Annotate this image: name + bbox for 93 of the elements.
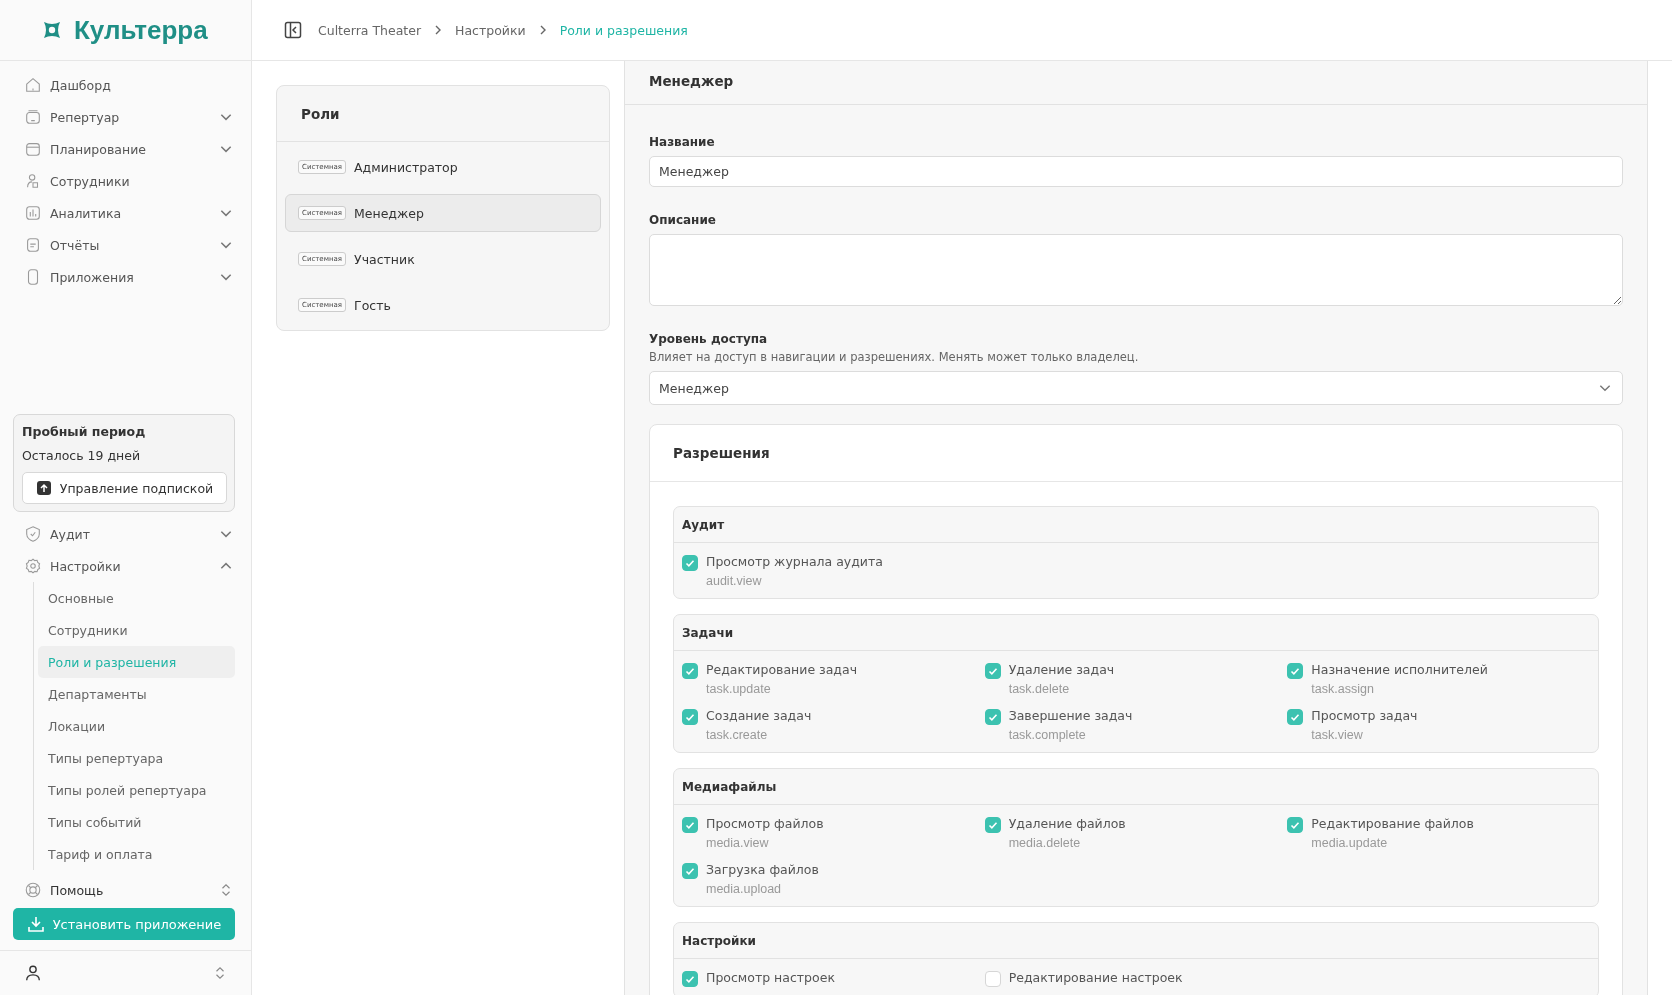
sub-nav-item[interactable]: Типы репертуара [38, 742, 235, 774]
doc-icon [24, 236, 42, 254]
permission-label: Удаление задач [1008, 662, 1115, 677]
sub-nav-item[interactable]: Департаменты [38, 678, 235, 710]
permission-label: Завершение задач [1008, 708, 1133, 723]
checkbox[interactable] [984, 971, 1001, 987]
permission-code: media.upload [706, 882, 783, 896]
checkbox[interactable] [682, 709, 698, 725]
shield-icon [24, 525, 42, 543]
permission-code: task.create [706, 728, 769, 742]
gear-icon [24, 557, 42, 575]
field-label: Название [649, 135, 716, 149]
manage-subscription-button[interactable]: Управление подпиской [22, 472, 227, 504]
download-icon [26, 915, 45, 933]
permissions-title: Разрешения [673, 445, 770, 461]
checkbox[interactable] [1287, 709, 1304, 725]
breadcrumb-link[interactable]: Настройки [455, 22, 526, 38]
logo-text: Культерра [74, 14, 208, 46]
permission-label: Просмотр журнала аудита [706, 554, 883, 569]
permission-label: Редактирование настроек [1008, 970, 1183, 985]
checkbox[interactable] [682, 817, 698, 833]
home-icon [24, 76, 42, 94]
sub-nav-item[interactable]: Типы событий [38, 806, 235, 838]
roles-title: Роли [301, 105, 340, 122]
checkbox[interactable] [984, 663, 1001, 679]
sub-nav-item[interactable]: Типы ролей репертуара [38, 774, 235, 806]
permission-code: task.delete [1008, 682, 1071, 696]
permission-code: media.update [1311, 836, 1389, 850]
chart-icon [24, 204, 42, 222]
user-icon[interactable] [24, 964, 42, 982]
nav-item[interactable]: Отчёты [22, 229, 235, 261]
sub-nav-item[interactable]: Сотрудники [38, 614, 235, 646]
permission-code: media.view [706, 836, 770, 850]
up-down-chevron-icon[interactable] [213, 966, 227, 980]
permission-label: Просмотр файлов [706, 816, 824, 831]
permission-code: audit.view [706, 574, 763, 588]
permission-label: Удаление файлов [1008, 816, 1126, 831]
breadcrumb-link[interactable]: Culterra Theater [318, 22, 422, 38]
group-title: Аудит [682, 517, 725, 532]
nav-item[interactable]: Сотрудники [22, 165, 235, 197]
name-input[interactable]: Менеджер [649, 156, 1623, 187]
up-down-chevron-icon [219, 883, 233, 897]
permission-label: Редактирование задач [706, 662, 858, 677]
checkbox[interactable] [682, 863, 698, 879]
checkbox[interactable] [1287, 817, 1304, 833]
role-name: Менеджер [354, 205, 424, 221]
nav-item[interactable]: Настройки [22, 550, 235, 582]
nav-item[interactable]: Аудит [22, 518, 235, 550]
nav-item[interactable]: Репертуар [22, 101, 235, 133]
permission-label: Создание задач [706, 708, 812, 723]
role-title: Менеджер [649, 72, 734, 89]
role-name: Гость [354, 297, 391, 313]
trial-remaining: Осталось 19 дней [22, 448, 141, 463]
permission-label: Просмотр настроек [706, 970, 835, 985]
permission-code: task.update [706, 682, 772, 696]
field-label: Описание [649, 213, 717, 227]
group-title: Задачи [682, 625, 734, 640]
checkbox[interactable] [682, 971, 698, 987]
permission-code: task.assign [1311, 682, 1375, 696]
calendar-icon [24, 140, 42, 158]
permission-label: Редактирование файлов [1311, 816, 1474, 831]
nav-item[interactable]: Аналитика [22, 197, 235, 229]
upload-icon [35, 480, 52, 496]
permission-code: task.complete [1008, 728, 1087, 742]
sub-nav-item[interactable]: Основные [38, 582, 235, 614]
role-name: Администратор [354, 159, 458, 175]
nav-item[interactable]: Планирование [22, 133, 235, 165]
nav-item[interactable]: Приложения [22, 261, 235, 293]
sub-nav-item[interactable]: Локации [38, 710, 235, 742]
field-label: Уровень доступа [649, 332, 769, 346]
sub-nav-item[interactable]: Тариф и оплата [38, 838, 235, 870]
checkbox[interactable] [984, 817, 1001, 833]
checkbox[interactable] [682, 663, 698, 679]
sidebar-toggle-icon[interactable] [284, 21, 302, 39]
permission-code: task.view [1311, 728, 1364, 742]
nav-item[interactable]: Дашборд [22, 69, 235, 101]
checkbox[interactable] [682, 555, 698, 571]
access-level-select[interactable]: Менеджер [649, 371, 1623, 405]
description-textarea[interactable] [649, 234, 1623, 306]
trial-title: Пробный период [22, 424, 147, 439]
checkbox[interactable] [1287, 663, 1304, 679]
permission-label: Загрузка файлов [706, 862, 819, 877]
checkbox[interactable] [984, 709, 1001, 725]
group-title: Медиафайлы [682, 779, 777, 794]
role-name: Участник [354, 251, 415, 267]
permission-label: Назначение исполнителей [1311, 662, 1488, 677]
box-icon [24, 108, 42, 126]
field-hint: Влияет на доступ в навигации и разрешениях. Менять может только владелец. [649, 350, 1140, 364]
lifebuoy-icon [24, 881, 42, 899]
permission-code: media.delete [1008, 836, 1082, 850]
group-title: Настройки [682, 933, 756, 948]
help-item[interactable]: Помощь [0, 874, 251, 906]
permission-label: Просмотр задач [1311, 708, 1418, 723]
